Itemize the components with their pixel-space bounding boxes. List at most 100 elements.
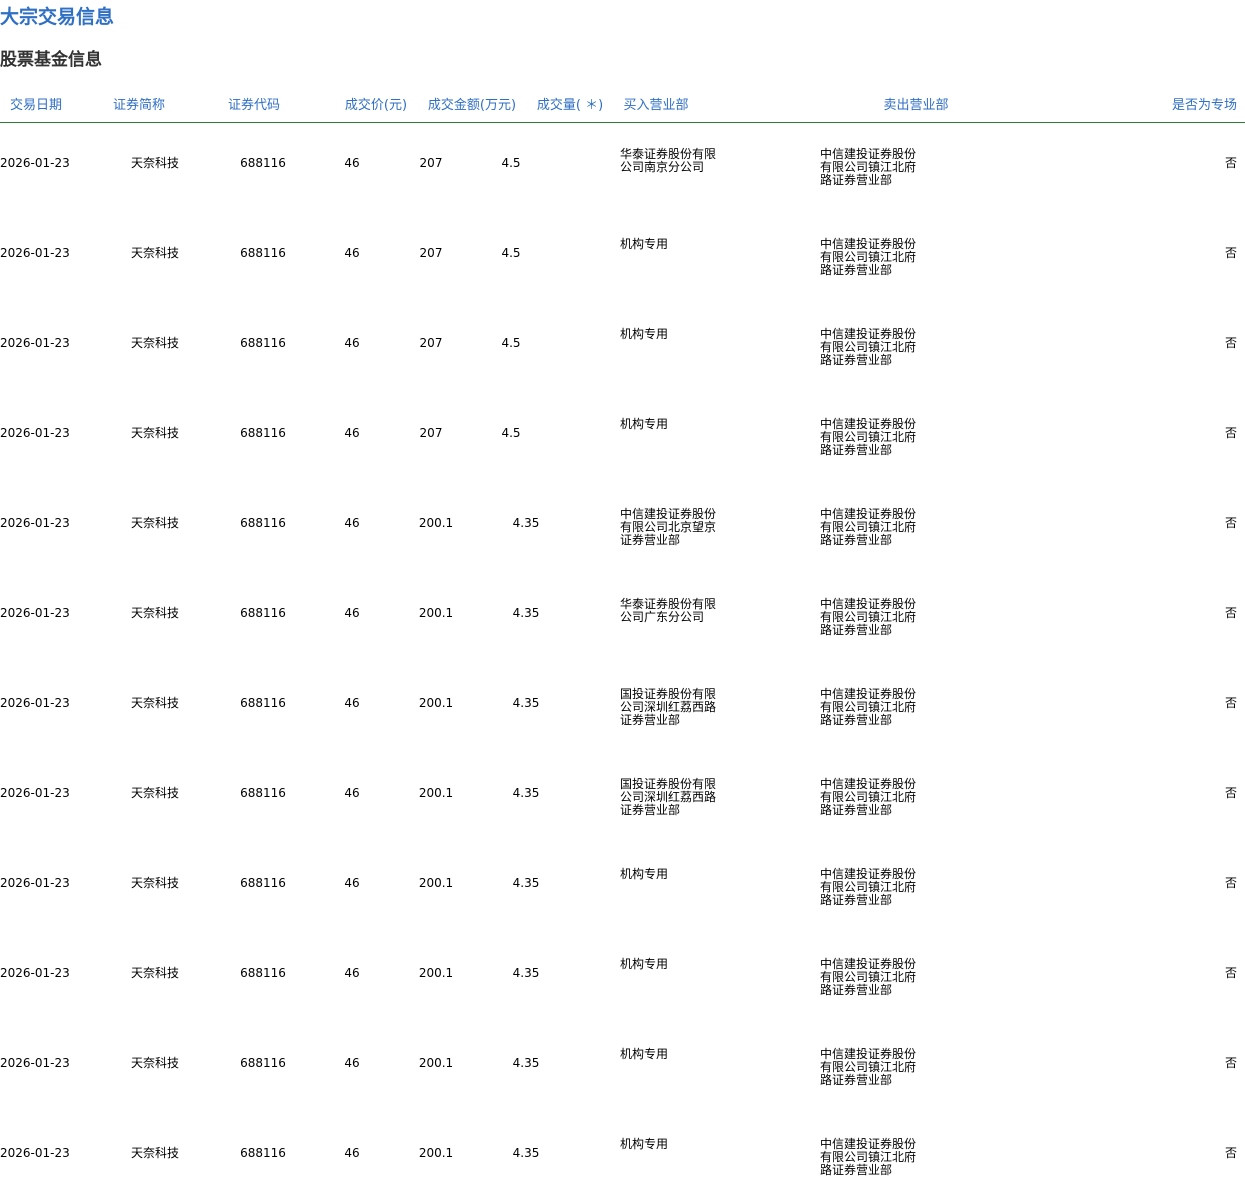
cell-name: 天奈科技 [130, 336, 180, 350]
header-volume[interactable]: 成交量( ＊) [537, 94, 603, 118]
table-row[interactable]: 2026-01-23 天奈科技 688116 46 207 4.5 机构专用 中信建投证券股份… [0, 208, 1245, 298]
cell-price: 46 [344, 1146, 360, 1160]
cell-special: 否 [1224, 336, 1237, 350]
header-price[interactable]: 成交价(元) [345, 94, 407, 118]
cell-volume: 4.35 [512, 786, 540, 800]
cell-code: 688116 [240, 786, 286, 800]
cell-buyer: 机构专用 [620, 327, 669, 341]
cell-seller: 中信建投证券股份有限公司镇江北府路证券营业部 [820, 507, 917, 547]
cell-date: 2026-01-23 [0, 336, 70, 350]
cell-special: 否 [1224, 1056, 1237, 1070]
cell-price: 46 [344, 696, 360, 710]
cell-special: 否 [1224, 876, 1237, 890]
cell-date: 2026-01-23 [0, 696, 70, 710]
cell-code: 688116 [240, 516, 286, 530]
cell-code: 688116 [240, 426, 286, 440]
header-name[interactable]: 证券简称 [113, 94, 165, 118]
cell-price: 46 [344, 1056, 360, 1070]
cell-special: 否 [1224, 156, 1237, 170]
cell-seller: 中信建投证券股份有限公司镇江北府路证券营业部 [820, 327, 917, 367]
header-code[interactable]: 证券代码 [228, 94, 280, 118]
cell-seller: 中信建投证券股份有限公司镇江北府路证券营业部 [820, 777, 917, 817]
table-row[interactable]: 2026-01-23 天奈科技 688116 46 200.1 4.35 华泰证券股份有限公… [0, 568, 1245, 658]
cell-buyer: 中信建投证券股份有限公司北京望京证券营业部 [620, 507, 717, 547]
cell-volume: 4.35 [512, 606, 540, 620]
cell-volume: 4.35 [512, 876, 540, 890]
header-special[interactable]: 是否为专场 [1172, 94, 1237, 118]
cell-date: 2026-01-23 [0, 246, 70, 260]
cell-seller: 中信建投证券股份有限公司镇江北府路证券营业部 [820, 1047, 917, 1087]
cell-price: 46 [344, 156, 360, 170]
cell-name: 天奈科技 [130, 426, 180, 440]
cell-price: 46 [344, 606, 360, 620]
table-row[interactable]: 2026-01-23 天奈科技 688116 46 200.1 4.35 中信建投证券股份有… [0, 478, 1245, 568]
cell-amount: 207 [419, 246, 443, 260]
cell-seller: 中信建投证券股份有限公司镇江北府路证券营业部 [820, 957, 917, 997]
cell-buyer: 机构专用 [620, 957, 669, 971]
cell-amount: 200.1 [418, 516, 454, 530]
cell-special: 否 [1224, 696, 1237, 710]
page-title: 大宗交易信息 [0, 6, 115, 28]
header-date[interactable]: 交易日期 [10, 94, 62, 118]
header-amount[interactable]: 成交金额(万元) [428, 94, 516, 118]
cell-amount: 200.1 [418, 876, 454, 890]
cell-volume: 4.35 [512, 1056, 540, 1070]
table-row[interactable]: 2026-01-23 天奈科技 688116 46 200.1 4.35 国投证券股份有限公… [0, 748, 1245, 838]
cell-seller: 中信建投证券股份有限公司镇江北府路证券营业部 [820, 597, 917, 637]
cell-date: 2026-01-23 [0, 1146, 70, 1160]
cell-buyer: 国投证券股份有限公司深圳红荔西路证券营业部 [620, 687, 717, 727]
cell-price: 46 [344, 516, 360, 530]
cell-code: 688116 [240, 606, 286, 620]
table-row[interactable]: 2026-01-23 天奈科技 688116 46 207 4.5 机构专用 中信建投证券股份… [0, 388, 1245, 478]
cell-name: 天奈科技 [130, 786, 180, 800]
cell-code: 688116 [240, 876, 286, 890]
cell-date: 2026-01-23 [0, 156, 70, 170]
cell-buyer: 机构专用 [620, 417, 669, 431]
table-row[interactable]: 2026-01-23 天奈科技 688116 46 207 4.5 华泰证券股份有限公司南京… [0, 118, 1245, 208]
cell-volume: 4.5 [501, 336, 521, 350]
table-row[interactable]: 2026-01-23 天奈科技 688116 46 200.1 4.35 机构专用 中信建投证… [0, 1018, 1245, 1108]
cell-volume: 4.5 [501, 246, 521, 260]
cell-name: 天奈科技 [130, 966, 180, 980]
header-buyer[interactable]: 买入营业部 [623, 94, 688, 118]
cell-code: 688116 [240, 966, 286, 980]
cell-special: 否 [1224, 1146, 1237, 1160]
cell-price: 46 [344, 336, 360, 350]
cell-code: 688116 [240, 696, 286, 710]
cell-price: 46 [344, 786, 360, 800]
table-row[interactable]: 2026-01-23 天奈科技 688116 46 207 4.5 机构专用 中信建投证券股份… [0, 298, 1245, 388]
cell-volume: 4.35 [512, 516, 540, 530]
cell-buyer: 机构专用 [620, 237, 669, 251]
cell-volume: 4.5 [501, 426, 521, 440]
cell-buyer: 机构专用 [620, 1137, 669, 1151]
cell-buyer: 国投证券股份有限公司深圳红荔西路证券营业部 [620, 777, 717, 817]
cell-price: 46 [344, 966, 360, 980]
table-body: 2026-01-23 天奈科技 688116 46 207 4.5 华泰证券股份有限公司南京… [0, 118, 1245, 1198]
cell-amount: 200.1 [418, 1146, 454, 1160]
cell-price: 46 [344, 246, 360, 260]
cell-name: 天奈科技 [130, 876, 180, 890]
table-row[interactable]: 2026-01-23 天奈科技 688116 46 200.1 4.35 机构专用 中信建投证… [0, 928, 1245, 1018]
cell-special: 否 [1224, 966, 1237, 980]
cell-amount: 207 [419, 426, 443, 440]
table-row[interactable]: 2026-01-23 天奈科技 688116 46 200.1 4.35 机构专用 中信建投证… [0, 838, 1245, 928]
cell-name: 天奈科技 [130, 606, 180, 620]
cell-special: 否 [1224, 516, 1237, 530]
cell-volume: 4.35 [512, 966, 540, 980]
cell-special: 否 [1224, 246, 1237, 260]
cell-volume: 4.35 [512, 696, 540, 710]
cell-code: 688116 [240, 336, 286, 350]
cell-name: 天奈科技 [130, 696, 180, 710]
table-row[interactable]: 2026-01-23 天奈科技 688116 46 200.1 4.35 国投证券股份有限公… [0, 658, 1245, 748]
cell-seller: 中信建投证券股份有限公司镇江北府路证券营业部 [820, 687, 917, 727]
cell-code: 688116 [240, 156, 286, 170]
cell-amount: 200.1 [418, 786, 454, 800]
header-seller[interactable]: 卖出营业部 [883, 94, 948, 118]
cell-date: 2026-01-23 [0, 606, 70, 620]
cell-code: 688116 [240, 1056, 286, 1070]
cell-amount: 200.1 [418, 696, 454, 710]
cell-date: 2026-01-23 [0, 876, 70, 890]
table-row[interactable]: 2026-01-23 天奈科技 688116 46 200.1 4.35 机构专用 中信建投证… [0, 1108, 1245, 1198]
cell-special: 否 [1224, 606, 1237, 620]
cell-seller: 中信建投证券股份有限公司镇江北府路证券营业部 [820, 147, 917, 187]
